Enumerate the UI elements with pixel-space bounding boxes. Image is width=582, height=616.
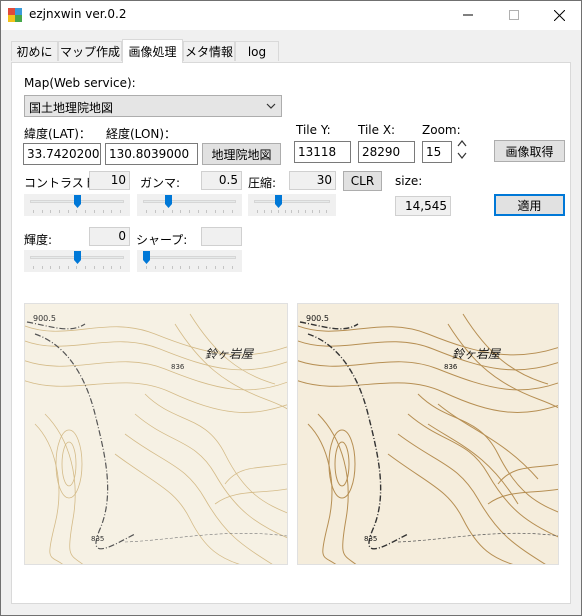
close-icon	[553, 9, 565, 21]
slider-thumb[interactable]	[143, 251, 150, 264]
tile-y-label: Tile Y:	[296, 123, 331, 137]
original-image-view: 900.5 鈴ヶ岩屋 836 835	[19, 303, 296, 567]
chevron-down-icon	[266, 100, 276, 114]
tab-intro[interactable]: 初めに	[11, 41, 58, 61]
gsi-map-button[interactable]: 地理院地図	[202, 143, 281, 165]
elevation-label-835: 835	[364, 535, 377, 543]
size-label: size:	[395, 174, 423, 188]
map-service-label: Map(Web service):	[24, 76, 136, 90]
maximize-button[interactable]	[491, 0, 537, 30]
window-title: ezjnxwin ver.0.2	[29, 7, 127, 21]
zoom-input[interactable]: 15	[422, 141, 452, 163]
place-name-label: 鈴ヶ岩屋	[205, 347, 254, 361]
tab-meta-info[interactable]: メタ情報	[183, 41, 235, 61]
brightness-label: 輝度:	[24, 233, 53, 247]
brightness-slider[interactable]	[24, 250, 130, 272]
processed-image-view: 900.5 鈴ヶ岩屋 836 835	[292, 303, 569, 567]
slider-thumb[interactable]	[73, 195, 81, 208]
tile-x-label: Tile X:	[358, 123, 396, 137]
stepper-down-icon	[457, 152, 467, 159]
gamma-label: ガンマ:	[140, 176, 181, 190]
stepper-up-icon	[457, 140, 467, 147]
close-button[interactable]	[536, 0, 582, 30]
tab-map-create[interactable]: マップ作成	[58, 41, 122, 61]
slider-thumb[interactable]	[274, 195, 282, 208]
maximize-icon	[509, 10, 519, 20]
tab-image-processing[interactable]: 画像処理	[122, 39, 183, 63]
elevation-label-900: 900.5	[306, 314, 329, 323]
compress-label: 圧縮:	[248, 176, 277, 190]
elevation-label-900: 900.5	[33, 314, 56, 323]
lat-label: 緯度(LAT)：	[24, 127, 91, 141]
map-service-value: 国土地理院地図	[29, 101, 114, 115]
contrast-slider[interactable]	[24, 194, 130, 216]
slider-thumb[interactable]	[73, 251, 81, 264]
zoom-stepper[interactable]	[455, 137, 469, 163]
zoom-label: Zoom:	[422, 123, 461, 137]
slider-thumb[interactable]	[164, 195, 172, 208]
minimize-icon	[463, 14, 473, 16]
clr-button[interactable]: CLR	[343, 171, 382, 191]
minimize-button[interactable]	[445, 0, 491, 30]
topographic-map-processed: 900.5 鈴ヶ岩屋 836 835	[292, 304, 569, 567]
elevation-label-836: 836	[444, 363, 458, 371]
size-value: 14,545	[395, 196, 451, 216]
lon-input[interactable]: 130.8039000	[105, 143, 198, 165]
app-icon	[8, 8, 22, 22]
lat-input[interactable]: 33.7420200	[23, 143, 101, 165]
brightness-value: 0	[89, 227, 130, 246]
compress-value: 30	[289, 171, 336, 190]
compress-slider[interactable]	[248, 194, 336, 216]
lon-label: 経度(LON)：	[106, 127, 177, 141]
gamma-slider[interactable]	[137, 194, 242, 216]
apply-button[interactable]: 適用	[494, 194, 565, 216]
map-service-select[interactable]: 国土地理院地図	[24, 95, 282, 117]
topographic-map-original: 900.5 鈴ヶ岩屋 836 835	[19, 304, 296, 567]
contrast-value: 10	[89, 171, 130, 190]
elevation-label-836: 836	[171, 363, 185, 371]
place-name-label: 鈴ヶ岩屋	[452, 347, 501, 361]
tile-x-input[interactable]: 28290	[358, 141, 415, 163]
elevation-label-835: 835	[91, 535, 104, 543]
sharp-slider[interactable]	[137, 250, 242, 272]
sharp-label: シャープ:	[136, 233, 188, 247]
sharp-value	[201, 227, 242, 246]
tab-log[interactable]: log	[235, 41, 279, 61]
get-image-button[interactable]: 画像取得	[494, 140, 565, 162]
gamma-value: 0.5	[201, 171, 242, 190]
tile-y-input[interactable]: 13118	[294, 141, 351, 163]
